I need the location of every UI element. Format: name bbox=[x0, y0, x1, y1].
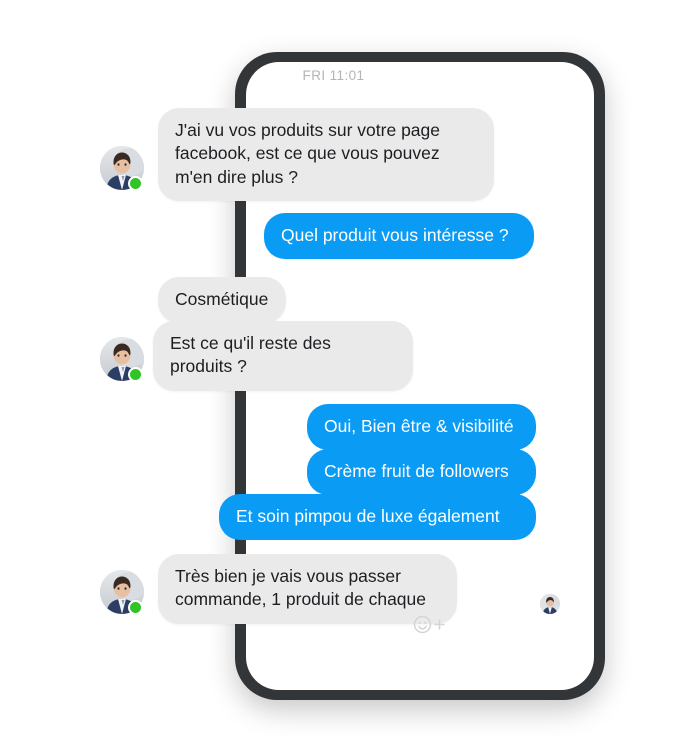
smiley-icon bbox=[413, 615, 432, 633]
message-bubble-outgoing[interactable]: Et soin pimpou de luxe également bbox=[219, 494, 536, 541]
message-bubble-outgoing[interactable]: Quel produit vous intéresse ? bbox=[264, 213, 534, 260]
seen-by-avatar bbox=[540, 594, 560, 614]
conversation-timestamp: FRI 11:01 bbox=[302, 68, 365, 83]
plus-icon bbox=[434, 618, 445, 630]
presence-online-indicator bbox=[128, 367, 143, 382]
message-bubble-incoming[interactable]: J'ai vu vos produits sur votre page face… bbox=[158, 108, 494, 201]
presence-online-indicator bbox=[128, 176, 143, 191]
message-bubble-outgoing[interactable]: Oui, Bien être & visibilité bbox=[307, 404, 536, 451]
message-bubble-incoming[interactable]: Cosmétique bbox=[158, 277, 286, 324]
message-bubble-outgoing[interactable]: Crème fruit de followers bbox=[307, 449, 536, 496]
presence-online-indicator bbox=[128, 600, 143, 615]
add-reaction-button[interactable] bbox=[413, 613, 449, 635]
avatar-photo-icon bbox=[540, 594, 560, 614]
message-bubble-incoming[interactable]: Est ce qu'il reste des produits ? bbox=[153, 321, 413, 391]
